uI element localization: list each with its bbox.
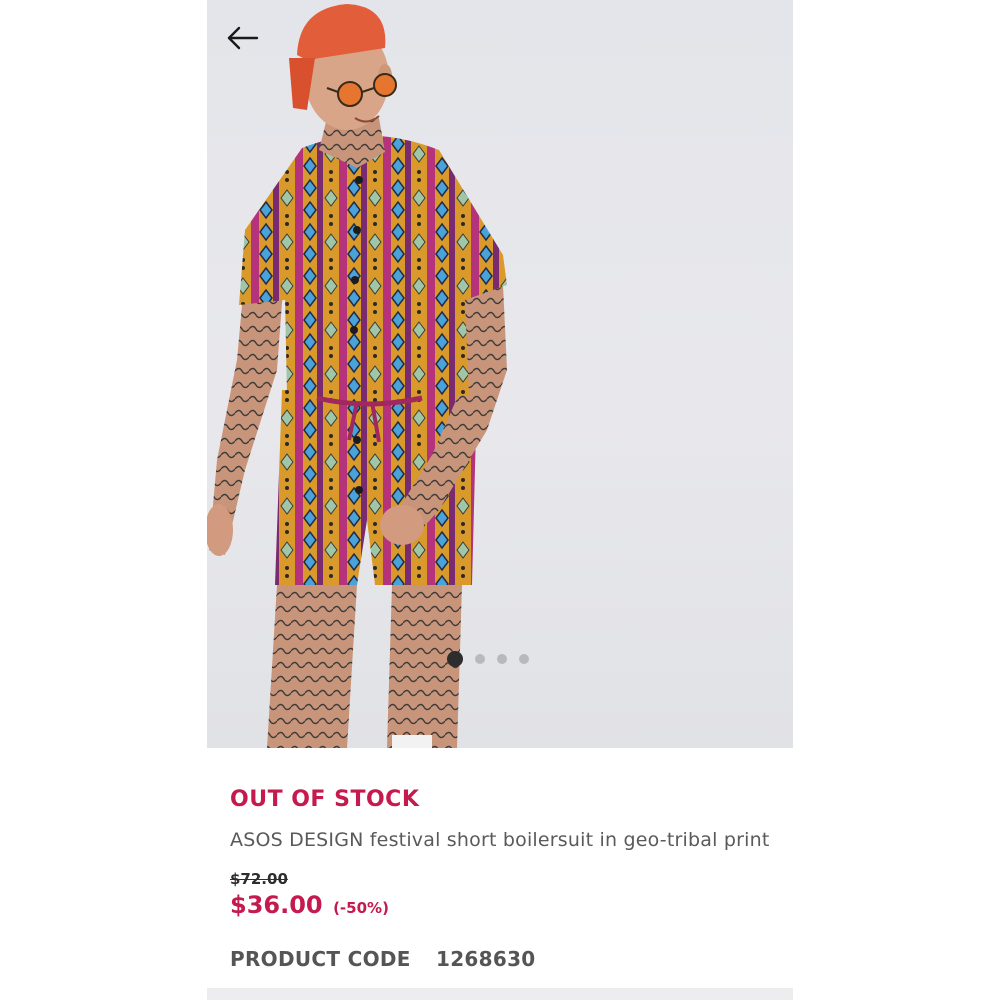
price-row: $36.00 (-50%) (230, 890, 775, 924)
product-code-value: 1268630 (436, 947, 536, 971)
carousel-dot-2[interactable] (475, 654, 485, 664)
product-code-row: PRODUCT CODE 1268630 (230, 946, 775, 972)
original-price: $72.00 (230, 870, 288, 888)
carousel-indicator (447, 651, 529, 667)
back-arrow-button[interactable] (223, 22, 263, 54)
bottom-divider (207, 988, 793, 1000)
product-info: OUT OF STOCK ASOS DESIGN festival short … (230, 786, 775, 972)
discount-badge: (-50%) (333, 899, 389, 917)
sale-price: $36.00 (230, 891, 323, 919)
arrow-left-icon (227, 26, 259, 50)
carousel-dot-1[interactable] (447, 651, 463, 667)
stock-status: OUT OF STOCK (230, 787, 420, 812)
carousel-dot-3[interactable] (497, 654, 507, 664)
product-code-label: PRODUCT CODE (230, 947, 411, 971)
product-title: ASOS DESIGN festival short boilersuit in… (230, 829, 770, 851)
carousel-dot-4[interactable] (519, 654, 529, 664)
product-page: OUT OF STOCK ASOS DESIGN festival short … (207, 0, 793, 1000)
product-photo (207, 4, 507, 748)
product-image-gallery[interactable] (207, 0, 793, 748)
